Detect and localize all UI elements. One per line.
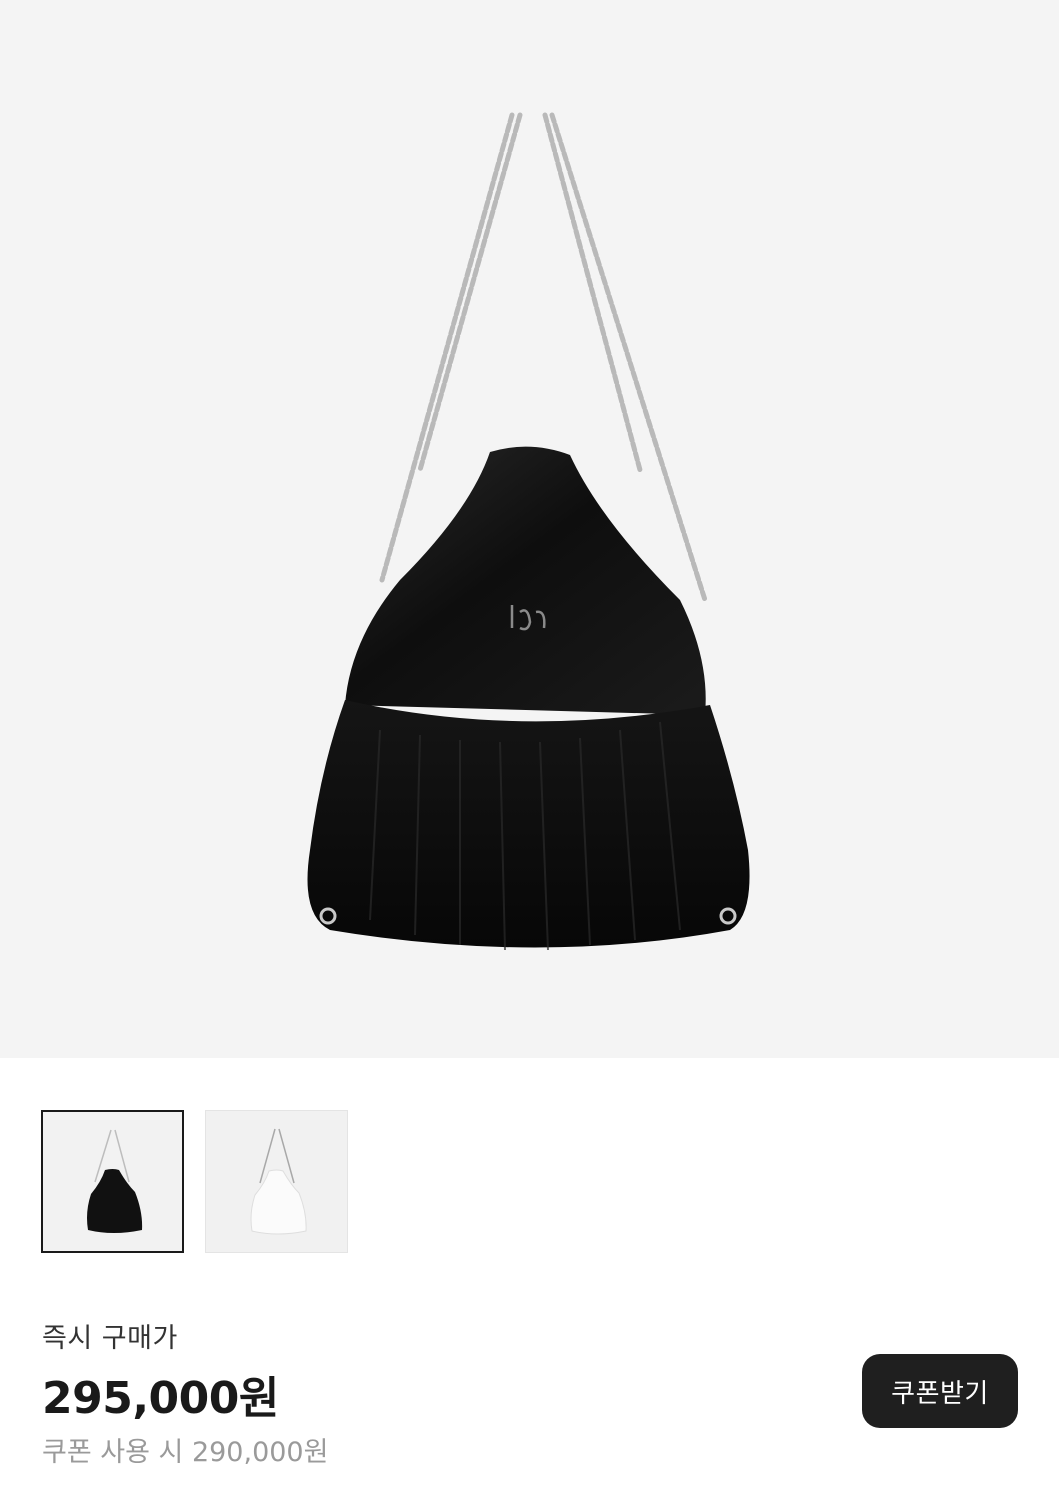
thumbnail-white-bag[interactable] [205, 1110, 348, 1253]
purchase-label: 즉시 구매가 [42, 1323, 178, 1354]
thumbnail-black-bag[interactable] [41, 1110, 184, 1253]
product-main-image [0, 0, 1059, 1058]
get-coupon-button[interactable]: 쿠폰받기 [862, 1354, 1018, 1428]
price: 295,000원 [42, 1373, 279, 1424]
coupon-price: 쿠폰 사용 시 290,000원 [42, 1437, 329, 1468]
